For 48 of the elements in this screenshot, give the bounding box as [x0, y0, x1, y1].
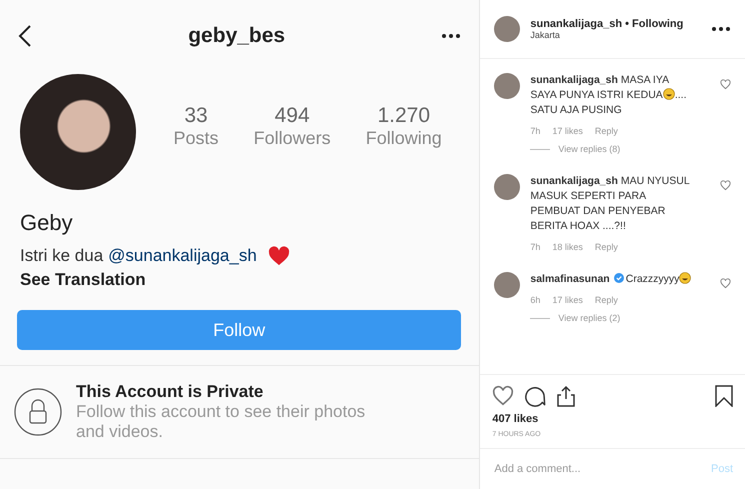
comment-likes[interactable]: 17 likes	[552, 295, 583, 305]
reply-link[interactable]: Reply	[594, 126, 618, 136]
heart-icon[interactable]	[720, 180, 731, 191]
comment-time: 7h	[530, 242, 540, 252]
reply-link[interactable]: Reply	[594, 242, 618, 252]
like-count[interactable]: 407 likes	[480, 407, 745, 425]
comment-text: sunankalijaga_sh MAU NYUSUL MASUK SEPERTI PARA PEMBUAT DAN PENYEBAR BERITA HOAX ....?!!	[530, 174, 690, 234]
comment-time: 7h	[530, 126, 540, 136]
comment-likes[interactable]: 17 likes	[552, 126, 583, 136]
stat-label: Followers	[254, 128, 331, 148]
heart-icon[interactable]	[720, 79, 731, 90]
private-account-text: Follow this account to see their photos and videos.	[76, 402, 366, 442]
stat-count: 1.270	[377, 104, 430, 128]
post-location[interactable]: Jakarta	[530, 30, 701, 40]
comment-icon[interactable]	[524, 385, 546, 407]
bio-text: Istri ke dua	[20, 246, 104, 266]
heart-icon[interactable]	[492, 385, 514, 407]
view-replies-link[interactable]: View replies (8)	[558, 144, 620, 154]
stat-label: Following	[366, 128, 442, 148]
comment-time: 6h	[530, 295, 540, 305]
private-account-title: This Account is Private	[76, 382, 264, 402]
stat-count: 33	[184, 104, 208, 128]
heart-icon[interactable]	[720, 278, 731, 289]
post-author[interactable]: sunankalijaga_sh • Following	[530, 18, 701, 30]
view-replies-link[interactable]: View replies (2)	[558, 313, 620, 323]
comment-text: sunankalijaga_sh MASA IYA SAYA PUNYA ISTRI KEDUA .... SATU AJA PUSING	[530, 73, 688, 118]
bookmark-icon[interactable]	[715, 385, 733, 407]
profile-username: geby_bes	[188, 24, 286, 48]
comment-input[interactable]: Add a comment...	[492, 462, 711, 476]
stat-label: Posts	[174, 128, 219, 148]
comment-text: salmafinasunan Crazzzyyyy	[530, 272, 696, 287]
back-icon[interactable]	[18, 24, 32, 48]
avatar-placeholder	[494, 73, 520, 99]
heart-icon	[268, 246, 290, 266]
comment-likes[interactable]: 18 likes	[552, 242, 583, 252]
avatar-placeholder	[494, 16, 520, 42]
more-options-icon[interactable]	[711, 26, 731, 32]
stat-count: 494	[274, 104, 310, 128]
more-options-icon[interactable]	[441, 33, 462, 39]
avatar-placeholder	[494, 272, 520, 298]
avatar-placeholder	[494, 174, 520, 200]
lock-icon	[14, 388, 62, 436]
follow-button[interactable]: Follow	[17, 310, 462, 350]
share-icon[interactable]	[556, 385, 576, 407]
mention-link[interactable]: @sunankalijaga_sh	[108, 246, 257, 266]
reply-link[interactable]: Reply	[594, 295, 618, 305]
see-translation-link[interactable]: See Translation	[0, 266, 480, 290]
profile-name: Geby	[19, 209, 74, 236]
